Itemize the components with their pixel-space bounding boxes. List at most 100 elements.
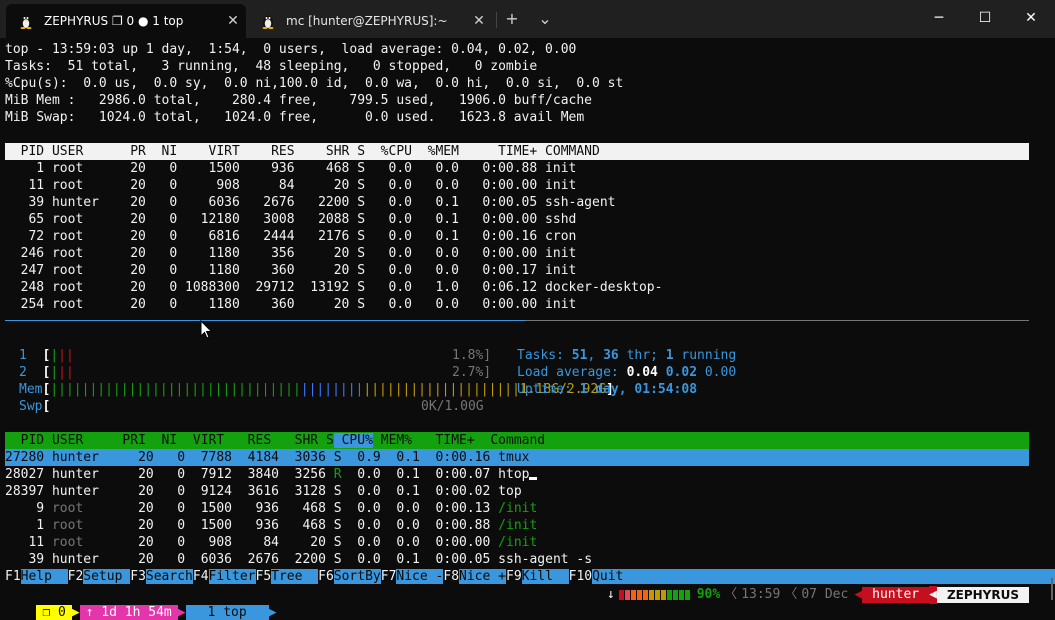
table-row[interactable]: 27280 hunter 20 0 7788 4184 3036 S 0.9 0… bbox=[5, 449, 1029, 466]
battery-bar bbox=[618, 590, 691, 600]
cell-ni: 0 bbox=[153, 501, 186, 516]
table-row: 39 hunter 20 0 6036 2676 2200 S 0.0 0.1 … bbox=[5, 195, 616, 210]
table-row[interactable]: 39 hunter 20 0 6036 2676 2200 S 0.0 0.1 … bbox=[5, 551, 592, 568]
top-summary-tasks: Tasks: 51 total, 3 running, 48 sleeping,… bbox=[5, 59, 538, 74]
cell-pri: 20 bbox=[122, 501, 154, 516]
cell-pid: 28027 bbox=[5, 467, 52, 482]
minimize-button[interactable]: ─ bbox=[916, 4, 962, 32]
scrollbar[interactable] bbox=[1051, 578, 1053, 600]
chevron-left-icon: 〈 bbox=[724, 587, 738, 602]
cell-cpu: 0.0 bbox=[341, 518, 381, 533]
table-row[interactable]: 28027 hunter 20 0 7912 3840 3256 R 0.0 0… bbox=[5, 466, 538, 483]
cell-virt: 9124 bbox=[185, 484, 233, 499]
cell-pri: 20 bbox=[122, 552, 154, 567]
cell-shr: 468 bbox=[278, 501, 326, 516]
tmux-session[interactable]: ❐ 0 bbox=[36, 605, 72, 620]
cell-s: S bbox=[325, 484, 342, 499]
date: 07 Dec bbox=[801, 587, 849, 602]
cell-s: S bbox=[325, 535, 342, 550]
cell-user: hunter bbox=[51, 450, 123, 465]
tmux-username: hunter bbox=[862, 587, 930, 603]
cell-cpu: 0.9 bbox=[341, 450, 381, 465]
cell-cmd: /init bbox=[490, 518, 538, 533]
tmux-status-left: ❐ 0 ▶ ↑ 1d 1h 54m ▶ 1 top ▶ bbox=[5, 586, 277, 620]
fkey-f7[interactable]: F7 bbox=[381, 569, 397, 584]
fkey-label[interactable]: Help bbox=[20, 569, 68, 584]
top-summary-cpu: %Cpu(s): 0.0 us, 0.0 sy, 0.0 ni,100.0 id… bbox=[5, 76, 624, 91]
tasks-meter: Tasks: 51, 36 thr; 1 running bbox=[517, 348, 737, 363]
fkey-label[interactable]: Search bbox=[145, 569, 193, 584]
top-summary-uptime: top - 13:59:03 up 1 day, 1:54, 0 users, … bbox=[5, 42, 577, 57]
cell-res: 3840 bbox=[232, 467, 279, 482]
fkey-label[interactable]: Filter bbox=[208, 569, 256, 584]
table-row: 72 root 20 0 6816 2444 2176 S 0.0 0.1 0:… bbox=[5, 229, 577, 244]
fkey-label[interactable]: Kill bbox=[521, 569, 569, 584]
fkey-f1[interactable]: F1 bbox=[5, 569, 21, 584]
fkey-label[interactable]: Tree bbox=[271, 569, 319, 584]
pane-divider[interactable] bbox=[525, 320, 1029, 321]
tab-title: mc [hunter@ZEPHYRUS]:~ bbox=[286, 14, 448, 28]
cpu2-value: 2.7%] bbox=[452, 365, 492, 380]
cell-user: root bbox=[51, 535, 123, 550]
top-summary-swap: MiB Swap: 1024.0 total, 1024.0 free, 0.0… bbox=[5, 110, 585, 125]
fkey-f10[interactable]: F10 bbox=[569, 569, 592, 584]
fkey-f3[interactable]: F3 bbox=[130, 569, 146, 584]
table-row: 11 root 20 0 908 84 20 S 0.0 0.0 0:00.00… bbox=[5, 178, 577, 193]
fkey-f5[interactable]: F5 bbox=[256, 569, 272, 584]
fkey-f9[interactable]: F9 bbox=[506, 569, 522, 584]
fkey-label[interactable]: SortBy bbox=[333, 569, 381, 584]
cell-cpu: 0.0 bbox=[341, 501, 381, 516]
fkey-label[interactable]: Quit bbox=[592, 569, 1055, 584]
cell-mem: 0.0 bbox=[380, 501, 420, 516]
fkey-label[interactable]: Nice - bbox=[396, 569, 444, 584]
fkey-f4[interactable]: F4 bbox=[193, 569, 209, 584]
cell-pri: 20 bbox=[122, 467, 154, 482]
fkey-label[interactable]: Setup bbox=[83, 569, 131, 584]
cpu1-value: 1.8%] bbox=[452, 348, 492, 363]
cell-time: 0:00.88 bbox=[419, 518, 491, 533]
cell-pid: 28397 bbox=[5, 484, 52, 499]
new-tab-button[interactable]: + bbox=[500, 8, 524, 30]
uptime-meter: Uptime: 1 day, 01:54:08 bbox=[517, 382, 698, 397]
terminal[interactable]: top - 13:59:03 up 1 day, 1:54, 0 users, … bbox=[0, 38, 1055, 620]
table-row[interactable]: 11 root 20 0 908 84 20 S 0.0 0.0 0:00.00… bbox=[5, 534, 537, 551]
cell-mem: 0.1 bbox=[380, 450, 420, 465]
tab-top[interactable]: ZEPHYRUS ❐ 0 ● 1 top ✕ bbox=[6, 4, 246, 38]
table-row[interactable]: 1 root 20 0 1500 936 468 S 0.0 0.0 0:00.… bbox=[5, 517, 537, 534]
cell-shr: 3036 bbox=[278, 450, 326, 465]
fkey-f6[interactable]: F6 bbox=[318, 569, 334, 584]
cell-mem: 0.1 bbox=[380, 552, 420, 567]
cell-s: S bbox=[325, 501, 342, 516]
pane-divider-active[interactable] bbox=[5, 320, 525, 321]
cell-pid: 11 bbox=[5, 535, 52, 550]
htop-table-header[interactable]: PID USER PRI NI VIRT RES SHR S CPU% MEM%… bbox=[5, 432, 1029, 449]
title-bar: ZEPHYRUS ❐ 0 ● 1 top ✕ mc [hunter@ZEPHYR… bbox=[0, 0, 1055, 38]
cell-cpu: 0.0 bbox=[341, 467, 381, 482]
function-key-bar[interactable]: F1Help F2Setup F3SearchF4FilterF5Tree F6… bbox=[5, 568, 1055, 585]
cell-virt: 7788 bbox=[185, 450, 233, 465]
fkey-f8[interactable]: F8 bbox=[443, 569, 459, 584]
chevron-left-icon: 〈 bbox=[784, 587, 798, 602]
table-row[interactable]: 28397 hunter 20 0 9124 3616 3128 S 0.0 0… bbox=[5, 483, 522, 500]
close-tab-icon[interactable]: ✕ bbox=[466, 13, 492, 29]
tmux-status-right: ↓ 90% 〈 13:59 〈 07 Dec ◀ hunter ◀ ZEPHYRUS bbox=[607, 586, 1029, 604]
tmux-window-top[interactable]: 1 top bbox=[185, 605, 269, 620]
tab-dropdown-button[interactable]: ⌄ bbox=[533, 8, 557, 30]
close-window-button[interactable]: ✕ bbox=[1008, 4, 1054, 32]
tab-mc[interactable]: mc [hunter@ZEPHYRUS]:~ ✕ bbox=[248, 4, 492, 38]
cell-cmd: /init bbox=[490, 535, 538, 550]
cell-pid: 27280 bbox=[5, 450, 52, 465]
cell-pid: 1 bbox=[5, 518, 52, 533]
table-row[interactable]: 9 root 20 0 1500 936 468 S 0.0 0.0 0:00.… bbox=[5, 500, 537, 517]
cell-ni: 0 bbox=[153, 535, 186, 550]
maximize-button[interactable]: ☐ bbox=[962, 4, 1008, 32]
close-tab-icon[interactable]: ✕ bbox=[220, 13, 246, 29]
cell-pri: 20 bbox=[122, 518, 154, 533]
tux-icon bbox=[262, 15, 274, 29]
cell-ni: 0 bbox=[153, 484, 186, 499]
cell-cpu: 0.0 bbox=[341, 552, 381, 567]
cell-shr: 3256 bbox=[278, 467, 326, 482]
fkey-f2[interactable]: F2 bbox=[68, 569, 84, 584]
powerline-separator: ◀ bbox=[854, 587, 863, 602]
fkey-label[interactable]: Nice + bbox=[459, 569, 506, 584]
